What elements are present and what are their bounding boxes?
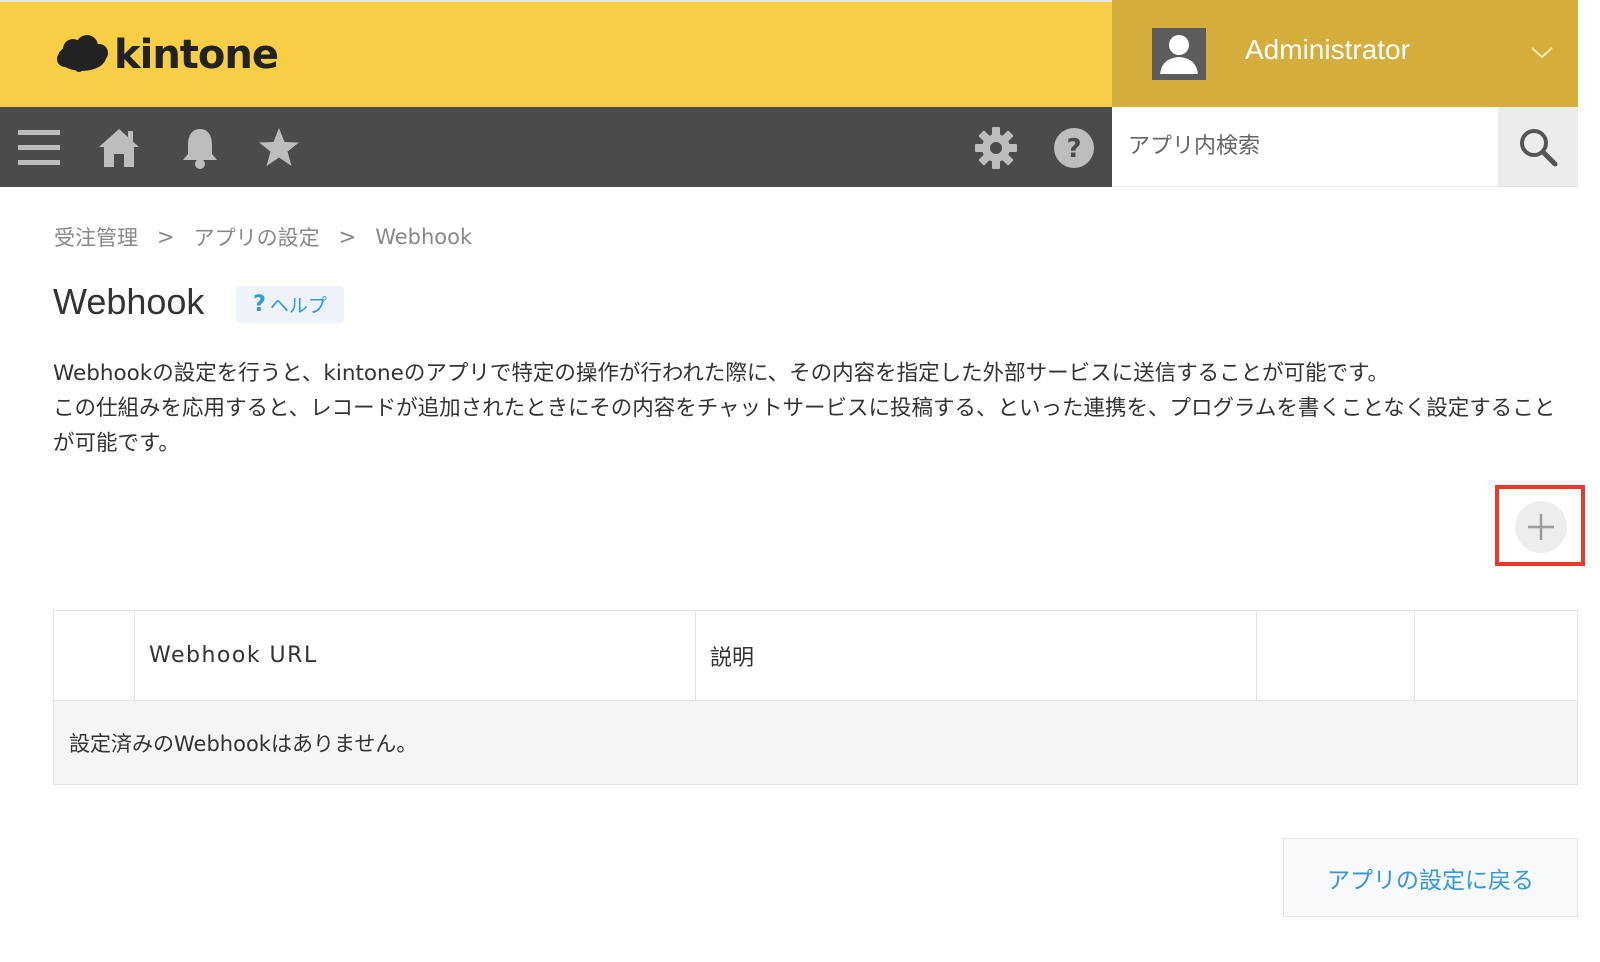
- user-menu[interactable]: Administrator: [1112, 0, 1578, 107]
- table-header: Webhook URL 説明: [54, 611, 1577, 701]
- logo-text: kintone: [114, 32, 279, 78]
- column-header-blank: [54, 611, 135, 700]
- breadcrumb-current: Webhook: [375, 225, 473, 249]
- breadcrumb-app-settings[interactable]: アプリの設定: [194, 222, 320, 252]
- breadcrumb-separator: >: [338, 225, 357, 249]
- column-header-blank: [1257, 611, 1415, 700]
- description-line: Webhookの設定を行うと、kintoneのアプリで特定の操作が行われた際に、…: [53, 361, 1390, 386]
- page-description: Webhookの設定を行うと、kintoneのアプリで特定の操作が行われた際に、…: [53, 356, 1573, 461]
- avatar: [1152, 28, 1206, 80]
- global-nav: ?: [0, 107, 1112, 187]
- plus-icon: [1528, 514, 1554, 540]
- search-icon: [1520, 128, 1558, 166]
- home-icon[interactable]: [97, 126, 141, 170]
- user-name: Administrator: [1245, 34, 1410, 65]
- cloud-logo-icon: [55, 35, 110, 75]
- search-input[interactable]: [1112, 107, 1498, 186]
- question-icon: ?: [253, 292, 266, 317]
- chevron-down-icon[interactable]: [1530, 40, 1554, 64]
- app-search: [1112, 107, 1578, 187]
- column-header-description: 説明: [696, 611, 1257, 700]
- help-label: ヘルプ: [269, 295, 327, 317]
- back-to-app-settings-button[interactable]: アプリの設定に戻る: [1283, 838, 1578, 917]
- breadcrumb-separator: >: [157, 225, 175, 249]
- help-button[interactable]: ? ヘルプ: [236, 286, 344, 323]
- column-header-webhook-url: Webhook URL: [135, 611, 696, 700]
- star-icon[interactable]: [257, 126, 301, 170]
- help-icon[interactable]: ?: [1052, 126, 1096, 170]
- breadcrumb-app[interactable]: 受注管理: [54, 222, 138, 252]
- breadcrumb: 受注管理 > アプリの設定 > Webhook: [54, 222, 472, 252]
- menu-icon[interactable]: [17, 126, 61, 170]
- header-edge: [1578, 0, 1600, 187]
- page-title: Webhook: [53, 281, 205, 322]
- column-header-blank: [1415, 611, 1577, 700]
- search-button[interactable]: [1498, 107, 1578, 186]
- user-icon: [1160, 35, 1198, 74]
- svg-text:?: ?: [1066, 134, 1081, 164]
- description-line: この仕組みを応用すると、レコードが追加されたときにその内容をチャットサービスに投…: [53, 396, 1556, 456]
- webhook-table: Webhook URL 説明 設定済みのWebhookはありません。: [53, 610, 1578, 785]
- bell-icon[interactable]: [178, 126, 222, 170]
- table-empty-message: 設定済みのWebhookはありません。: [54, 701, 1577, 784]
- gear-icon[interactable]: [974, 126, 1018, 170]
- kintone-logo[interactable]: kintone: [55, 30, 279, 80]
- add-webhook-button[interactable]: [1515, 501, 1567, 553]
